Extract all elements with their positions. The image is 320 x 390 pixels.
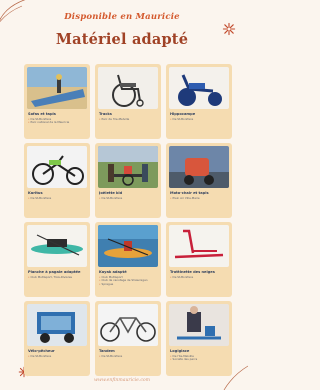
equipment-locations: De St-Boniface [170, 276, 230, 279]
equipment-card: Sofas et tapis De St-Boniface Parc natio… [24, 64, 90, 139]
location-item: De St-Boniface [99, 197, 159, 200]
tandem-bike-image [98, 304, 158, 346]
equipment-locations: Plein Air Ville-Marie [170, 197, 230, 200]
location-item: De St-Boniface [99, 355, 159, 358]
equipment-card: Planche à pagaie adaptée Club Multisport… [24, 222, 90, 297]
equipment-locations: De l'Île-Melville Société des parcs [170, 355, 230, 362]
equipment-name: Joëlette kid [99, 191, 123, 195]
equipment-locations: De St-Boniface [170, 118, 230, 121]
snow-scooter-image [169, 225, 229, 267]
equipment-locations: Parc de l'Île-Melville [99, 118, 159, 121]
wheelchair-image [98, 67, 158, 109]
equipment-name: Logiglace [170, 349, 190, 353]
equipment-locations: Club Multisport, Trois-Rivières [28, 276, 88, 279]
kayak-image [98, 225, 158, 267]
paddleboard-image [27, 225, 87, 267]
location-item: Parc national de la Mauricie [28, 121, 88, 124]
equipment-name: Kayak adapté [99, 270, 127, 274]
equipment-name: Karitus [28, 191, 43, 195]
equipment-name: Sofas et tapis [28, 112, 56, 116]
equipment-card: Trottinette des neiges De St-Boniface [166, 222, 232, 297]
handbike-image [27, 146, 87, 188]
equipment-name: Moto-chair et tapis [170, 191, 209, 195]
equipment-locations: De St-Boniface [99, 355, 159, 358]
equipment-locations: De St-Boniface [99, 197, 159, 200]
location-item: Société des parcs [170, 358, 230, 361]
location-item: Sprague [99, 283, 159, 286]
ice-sled-image [169, 304, 229, 346]
page-title: Matériel adapté [55, 31, 189, 48]
equipment-name: Hippocampe [170, 112, 196, 116]
equipment-name: Trottinette des neiges [170, 270, 215, 274]
equipment-locations: Club Multisport Club de canotage de Shaw… [99, 276, 159, 286]
beach-mat-image [27, 67, 87, 109]
equipment-card: Logiglace De l'Île-Melville Société des … [166, 301, 232, 376]
page-subtitle: Disponible en Mauricie [64, 12, 180, 22]
equipment-locations: De St-Boniface Parc national de la Mauri… [28, 118, 88, 125]
location-item: Parc de l'Île-Melville [99, 118, 159, 121]
trailer-image [27, 304, 87, 346]
equipment-name: Tandem [99, 349, 115, 353]
beach-wheelchair-image [169, 67, 229, 109]
footer-website-link[interactable]: www.enfinmauricie.com [0, 378, 244, 383]
location-item: Club Multisport, Trois-Rivières [28, 276, 88, 279]
equipment-card: Moto-chair et tapis Plein Air Ville-Mari… [166, 143, 232, 218]
equipment-card: Hippocampe De St-Boniface [166, 64, 232, 139]
equipment-card: Joëlette kid De St-Boniface [95, 143, 161, 218]
moto-chair-image [169, 146, 229, 188]
location-item: Plein Air Ville-Marie [170, 197, 230, 200]
location-item: De St-Boniface [28, 197, 88, 200]
equipment-locations: De St-Boniface [28, 197, 88, 200]
location-item: De St-Boniface [170, 276, 230, 279]
equipment-name: Planche à pagaie adaptée [28, 270, 81, 274]
equipment-name: Tracks [99, 112, 112, 116]
equipment-card: Tracks Parc de l'Île-Melville [95, 64, 161, 139]
equipment-card: Kayak adapté Club Multisport Club de can… [95, 222, 161, 297]
equipment-locations: De St-Boniface [28, 355, 88, 358]
joelette-image [98, 146, 158, 188]
location-item: De St-Boniface [170, 118, 230, 121]
equipment-name: Vélo-pêcheur [28, 349, 55, 353]
equipment-card: Tandem De St-Boniface [95, 301, 161, 376]
equipment-card: Vélo-pêcheur De St-Boniface [24, 301, 90, 376]
location-item: De St-Boniface [28, 355, 88, 358]
equipment-card: Karitus De St-Boniface [24, 143, 90, 218]
